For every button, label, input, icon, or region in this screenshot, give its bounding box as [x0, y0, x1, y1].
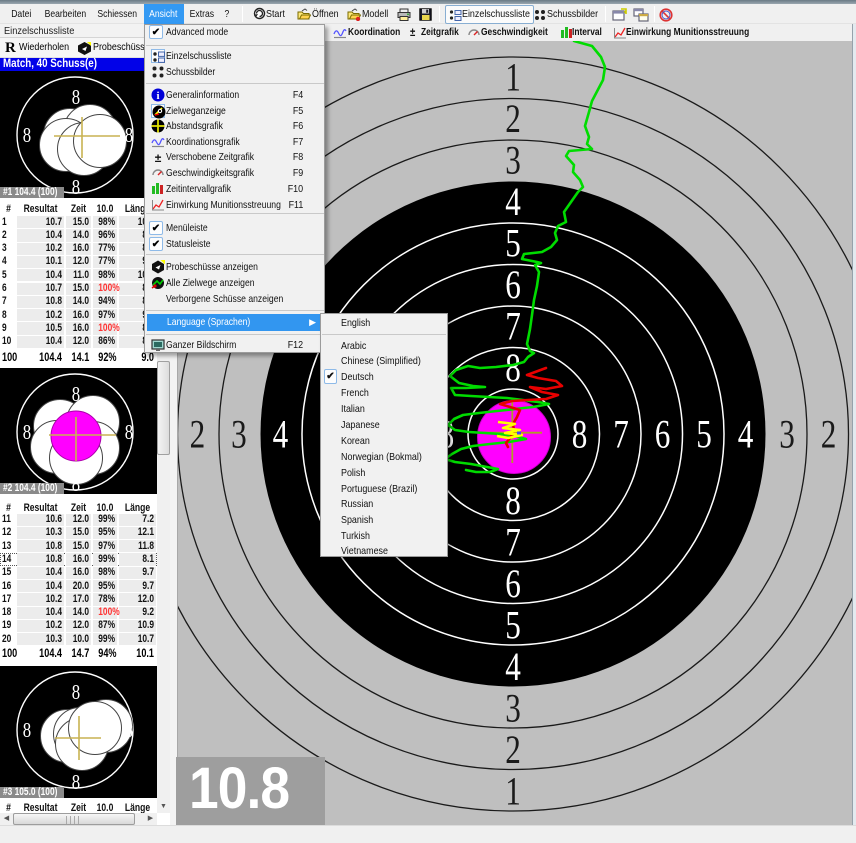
svg-text:5: 5 — [505, 221, 521, 266]
svg-text:3: 3 — [231, 412, 247, 457]
svg-text:2: 2 — [190, 412, 206, 457]
svg-text:4: 4 — [505, 644, 521, 689]
svg-text:5: 5 — [505, 603, 521, 648]
svg-text:2: 2 — [505, 727, 521, 772]
svg-text:8: 8 — [72, 176, 80, 198]
svg-text:5: 5 — [696, 412, 712, 457]
svg-text:3: 3 — [505, 686, 521, 731]
svg-text:6: 6 — [505, 561, 521, 606]
svg-text:7: 7 — [505, 520, 521, 565]
svg-text:8: 8 — [505, 478, 521, 523]
svg-text:i: i — [156, 90, 159, 102]
svg-text:2: 2 — [505, 96, 521, 141]
svg-text:1: 1 — [505, 769, 521, 814]
svg-text:8: 8 — [23, 124, 31, 147]
svg-text:6: 6 — [505, 262, 521, 307]
svg-text:8: 8 — [125, 719, 133, 742]
svg-text:8: 8 — [72, 383, 80, 406]
svg-text:4: 4 — [273, 412, 289, 457]
svg-text:8: 8 — [23, 421, 31, 444]
svg-text:8: 8 — [72, 771, 80, 794]
svg-text:8: 8 — [72, 473, 80, 494]
svg-text:4: 4 — [505, 179, 521, 224]
svg-text:6: 6 — [655, 412, 671, 457]
svg-text:8: 8 — [572, 412, 588, 457]
svg-text:4: 4 — [738, 412, 754, 457]
svg-text:7: 7 — [613, 412, 629, 457]
svg-text:7: 7 — [505, 304, 521, 349]
svg-text:1: 1 — [505, 55, 521, 100]
svg-text:3: 3 — [779, 412, 795, 457]
svg-text:8: 8 — [23, 719, 31, 742]
svg-text:2: 2 — [821, 412, 837, 457]
svg-text:8: 8 — [72, 86, 80, 109]
svg-text:8: 8 — [72, 681, 80, 704]
svg-text:8: 8 — [125, 124, 133, 147]
svg-text:8: 8 — [125, 421, 133, 444]
svg-text:3: 3 — [505, 138, 521, 183]
svg-text:8: 8 — [505, 345, 521, 390]
